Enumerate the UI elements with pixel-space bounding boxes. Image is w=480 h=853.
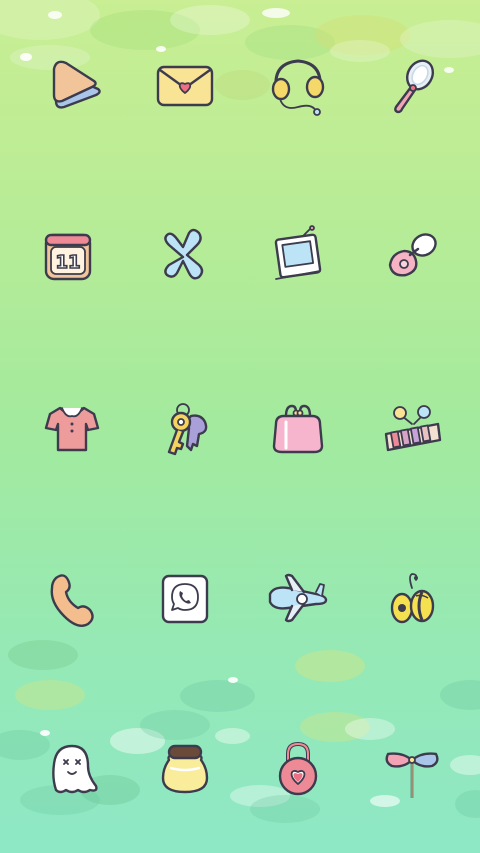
baby-app-button[interactable] [372,215,452,295]
xylophone-icon [384,405,442,452]
honey-jar-icon [161,744,209,794]
shirt-icon [44,406,100,452]
calendar-day-number: 11 [55,252,80,273]
headphones-icon [271,59,325,116]
home-screen: 11 [0,0,480,853]
play-triangle-icon [52,60,101,109]
envelope-heart-icon [156,65,214,107]
calendar-app-button[interactable]: 11 [28,215,108,295]
music-app-button[interactable] [258,45,338,125]
hand-mirror-icon [394,59,435,114]
pinwheel-icon [385,752,439,798]
keys-icon [167,403,208,456]
mail-app-button[interactable] [145,45,225,125]
bee-icon [390,573,435,624]
keys-app-button[interactable] [145,388,225,468]
lock-app-button[interactable] [258,728,338,808]
bluetooth-icon [164,228,204,280]
chat-phone-icon [161,574,209,624]
ghost-app-button[interactable] [32,728,112,808]
wallet-app-button[interactable] [258,388,338,468]
heart-padlock-icon [278,741,318,796]
pinwheel-app-button[interactable] [372,728,452,808]
ghost-icon [52,744,98,794]
photo-frame-icon [274,225,322,280]
bee-app-button[interactable] [372,558,452,638]
phone-app-button[interactable] [32,558,112,638]
app-icon-grid: 11 [0,0,480,853]
music-toy-app-button[interactable] [372,388,452,468]
calendar-11-icon: 11 [44,233,92,281]
honey-app-button[interactable] [145,728,225,808]
coin-purse-icon [272,404,324,454]
bluetooth-app-button[interactable] [143,215,223,295]
phone-handset-icon [50,574,94,627]
whatsapp-app-button[interactable] [145,558,225,638]
wardrobe-app-button[interactable] [32,388,112,468]
gallery-app-button[interactable] [258,215,338,295]
pacifier-icon [388,233,437,277]
mirror-app-button[interactable] [372,45,452,125]
play-app-button[interactable] [38,45,118,125]
travel-app-button[interactable] [258,558,338,638]
airplane-icon [268,573,328,623]
